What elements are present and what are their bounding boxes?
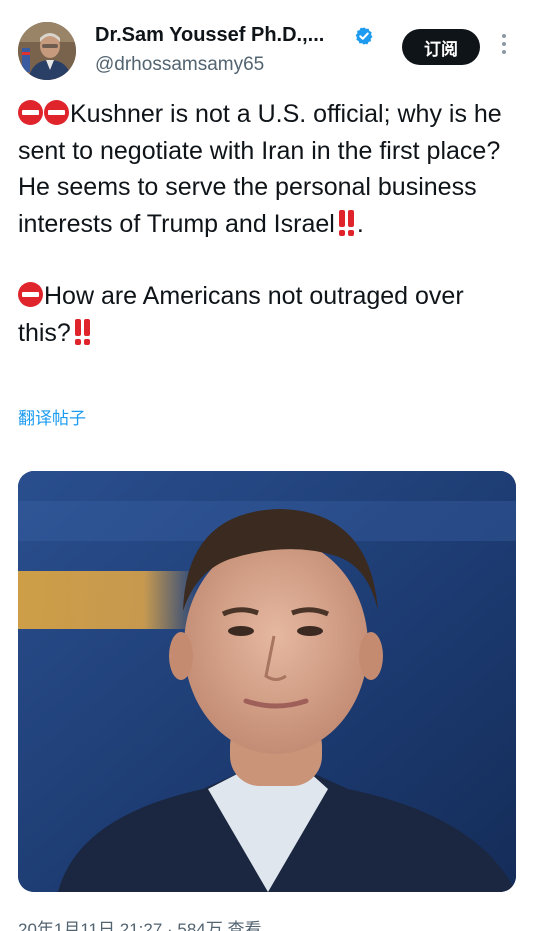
tweet-paragraph-1: Kushner is not a U.S. official; why is h…: [18, 96, 523, 242]
tweet-header: Dr.Sam Youssef Ph.D.,... @drhossamsamy65…: [0, 0, 534, 95]
tweet-text-span: .: [356, 209, 364, 238]
double-exclamation-emoji-icon: [73, 317, 93, 345]
tweet-text-span: Kushner is not a U.S. official;: [70, 100, 391, 128]
subscribe-button[interactable]: 订阅: [402, 29, 480, 65]
verified-badge-icon: [355, 27, 373, 45]
tweet-media-image[interactable]: [18, 471, 516, 892]
no-entry-emoji-icon: [44, 100, 69, 125]
more-options-icon[interactable]: [498, 34, 510, 60]
author-avatar[interactable]: [18, 22, 76, 80]
double-exclamation-emoji-icon: [337, 208, 357, 236]
tweet-paragraph-2: How are Americans not outraged over this…: [18, 278, 523, 351]
translate-post-link[interactable]: 翻译帖子: [18, 404, 86, 429]
tweet-meta-footer: 20年1月11日 21:27 · 584万 查看: [18, 920, 262, 931]
author-display-name[interactable]: Dr.Sam Youssef Ph.D.,...: [95, 24, 324, 47]
no-entry-emoji-icon: [18, 282, 43, 307]
no-entry-emoji-icon: [18, 100, 43, 125]
author-handle[interactable]: @drhossamsamy65: [95, 54, 264, 76]
tweet-text: Kushner is not a U.S. official; why is h…: [18, 96, 523, 351]
